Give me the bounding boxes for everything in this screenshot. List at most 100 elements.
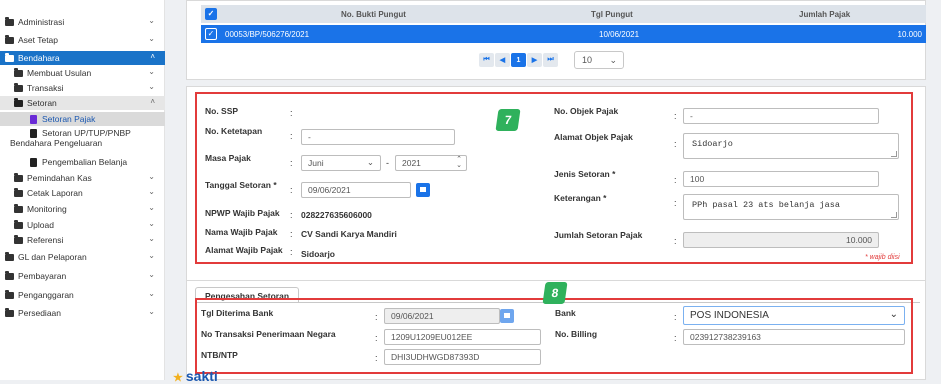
sidebar-item-setoran[interactable]: Setoran ˄ (0, 96, 165, 110)
sidebar-item-gl-dan-pelaporan[interactable]: GL dan Pelaporan ⌄ (0, 250, 165, 264)
folder-icon (5, 307, 14, 317)
page-size-select[interactable]: 10 ⌄ (574, 51, 624, 69)
sidebar-item-cetak-laporan[interactable]: Cetak Laporan ⌄ (0, 186, 165, 200)
select-all-checkbox[interactable]: ✓ (205, 8, 217, 20)
chevron-down-icon: ⌄ (148, 270, 155, 279)
no-objek-pajak-input[interactable]: - (683, 108, 879, 124)
bank-select[interactable]: POS INDONESIA ⌄ (683, 306, 905, 325)
chevron-down-icon: ⌄ (148, 16, 155, 25)
folder-icon (14, 67, 23, 77)
sidebar-item-setoran-up-tup-pnbp[interactable]: Setoran UP/TUP/PNBP Bendahara Pengeluaran (0, 128, 165, 148)
sidebar-item-upload[interactable]: Upload ⌄ (0, 218, 165, 232)
sidebar-item-setoran-pajak[interactable]: Setoran Pajak (0, 112, 165, 126)
sidebar-item-pemindahan-kas[interactable]: Pemindahan Kas ⌄ (0, 171, 165, 185)
document-icon (30, 114, 37, 124)
table-row[interactable]: ✓ 00053/BP/506276/2021 10/06/2021 10.000 (201, 25, 926, 43)
no-billing-input[interactable]: 023912738239163 (683, 329, 905, 345)
no-transaksi-input[interactable]: 1209U1209EU012EE (384, 329, 541, 345)
sidebar-item-referensi[interactable]: Referensi ⌄ (0, 233, 165, 247)
chevron-down-icon: ⌄ (148, 251, 155, 260)
chevron-down-icon: ⌄ (148, 234, 155, 243)
sidebar-item-bendahara[interactable]: Bendahara ˄ (0, 51, 165, 65)
no-billing-label: No. Billing (555, 329, 598, 339)
chevron-down-icon: ⌄ (148, 219, 155, 228)
next-page-button[interactable]: ▶ (527, 53, 542, 67)
chevron-up-icon: ˄ (150, 97, 155, 106)
column-header-jumlah-pajak: Jumlah Pajak (799, 9, 851, 19)
pengesahan-card: Pengesahan Setoran 8 Tgl Diterima Bank :… (186, 280, 926, 380)
chevron-down-icon: ⌄ (148, 34, 155, 43)
sidebar-item-persediaan[interactable]: Persediaan ⌄ (0, 306, 165, 320)
cell-jumlah-pajak: 10.000 (897, 29, 922, 39)
sidebar-item-administrasi[interactable]: Administrasi ⌄ (0, 15, 165, 29)
sidebar-item-pengembalian-belanja[interactable]: Pengembalian Belanja (0, 155, 165, 169)
no-ketetapan-input[interactable]: - (301, 129, 455, 145)
jenis-setoran-input[interactable]: 100 (683, 171, 879, 187)
required-note: * wajib diisi (865, 254, 900, 261)
folder-icon (5, 16, 14, 26)
folder-icon (5, 52, 14, 62)
sidebar-item-monitoring[interactable]: Monitoring ⌄ (0, 202, 165, 216)
masa-pajak-bulan-select[interactable]: Juni ⌄ (301, 155, 381, 171)
document-icon (30, 157, 37, 167)
chevron-down-icon: ⌄ (366, 157, 374, 167)
folder-icon (14, 97, 23, 107)
npwp-value: 028227635606000 (301, 210, 372, 220)
column-header-tgl-pungut: Tgl Pungut (591, 9, 633, 19)
no-ketetapan-label: No. Ketetapan (205, 126, 263, 136)
folder-icon (14, 82, 23, 92)
alamat-objek-pajak-textarea[interactable]: Sidoarjo (683, 133, 899, 159)
chevron-down-icon: ⌄ (148, 172, 155, 181)
main-content: ✓ No. Bukti Pungut Tgl Pungut Jumlah Paj… (166, 0, 941, 384)
page-1-button[interactable]: 1 (511, 53, 526, 67)
alamat-wajib-pajak-label: Alamat Wajib Pajak (205, 245, 283, 255)
chevron-down-icon: ⌄ (148, 203, 155, 212)
star-icon: ★ (173, 372, 183, 384)
pagination: ⏮ ◀ 1 ▶ ⏭ (479, 53, 558, 67)
chevron-down-icon: ⌄ (148, 289, 155, 298)
annotation-badge-7: 7 (495, 109, 521, 131)
sakti-logo: ★ sakti (173, 368, 218, 384)
masa-pajak-tahun-stepper[interactable]: 2021 ⌃ ⌄ (395, 155, 467, 171)
folder-icon (14, 187, 23, 197)
chevron-down-icon: ⌄ (609, 55, 617, 65)
tanggal-setoran-label: Tanggal Setoran * (205, 180, 277, 190)
bukti-pungut-table-card: ✓ No. Bukti Pungut Tgl Pungut Jumlah Paj… (186, 0, 926, 80)
masa-pajak-label: Masa Pajak (205, 153, 251, 163)
sidebar-item-aset-tetap[interactable]: Aset Tetap ⌄ (0, 33, 165, 47)
last-page-button[interactable]: ⏭ (543, 53, 558, 67)
calendar-icon (500, 309, 514, 323)
folder-icon (14, 219, 23, 229)
sidebar-item-penganggaran[interactable]: Penganggaran ⌄ (0, 288, 165, 302)
chevron-down-icon: ⌄ (148, 67, 155, 76)
row-checkbox[interactable]: ✓ (205, 28, 217, 40)
ntb-ntp-input[interactable]: DHI3UDHWGD87393D (384, 349, 541, 365)
chevron-down-icon: ⌄ (148, 82, 155, 91)
chevron-down-icon: ⌄ (148, 187, 155, 196)
folder-icon (14, 172, 23, 182)
folder-icon (5, 270, 14, 280)
jenis-setoran-label: Jenis Setoran * (554, 169, 616, 179)
sidebar-item-transaksi[interactable]: Transaksi ⌄ (0, 81, 165, 95)
jumlah-setoran-pajak-input: 10.000 (683, 232, 879, 248)
folder-icon (5, 289, 14, 299)
nama-wajib-pajak-value: CV Sandi Karya Mandiri (301, 229, 397, 239)
setoran-form-card: 7 No. SSP : No. Ketetapan : - Masa Pajak… (186, 86, 926, 286)
jumlah-setoran-pajak-label: Jumlah Setoran Pajak (554, 230, 643, 240)
chevron-down-icon: ⌄ (148, 307, 155, 316)
table-header: ✓ No. Bukti Pungut Tgl Pungut Jumlah Paj… (201, 5, 926, 23)
first-page-button[interactable]: ⏮ (479, 53, 494, 67)
annotation-badge-8: 8 (542, 282, 568, 304)
bank-label: Bank (555, 308, 576, 318)
sidebar-item-pembayaran[interactable]: Pembayaran ⌄ (0, 269, 165, 283)
prev-page-button[interactable]: ◀ (495, 53, 510, 67)
sidebar-item-membuat-usulan[interactable]: Membuat Usulan ⌄ (0, 66, 165, 80)
cell-no-bukti: 00053/BP/506276/2021 (225, 29, 310, 39)
npwp-label: NPWP Wajib Pajak (205, 208, 280, 218)
keterangan-textarea[interactable]: PPh pasal 23 ats belanja jasa (683, 194, 899, 220)
chevron-up-icon: ˄ (150, 52, 155, 61)
calendar-icon[interactable] (416, 183, 430, 197)
folder-icon (5, 34, 14, 44)
tanggal-setoran-input[interactable]: 09/06/2021 (301, 182, 411, 198)
tgl-diterima-bank-label: Tgl Diterima Bank (201, 308, 274, 318)
